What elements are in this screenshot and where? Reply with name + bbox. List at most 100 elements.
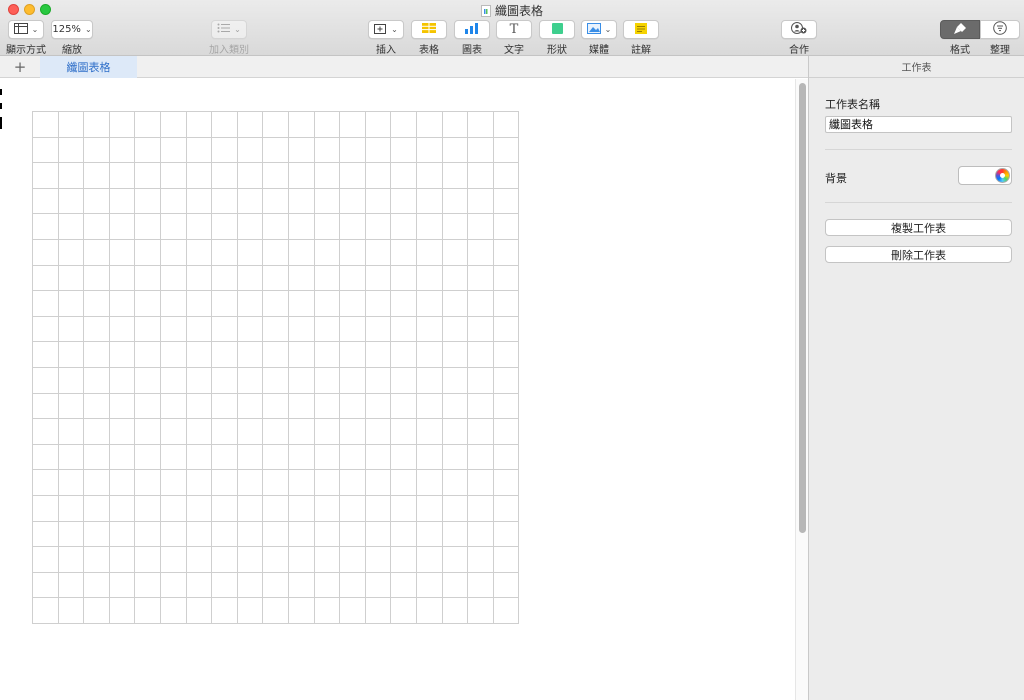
- table-cell[interactable]: [467, 418, 494, 445]
- table-cell[interactable]: [492, 571, 520, 599]
- table-cell[interactable]: [287, 136, 315, 164]
- table-cell[interactable]: [57, 520, 85, 548]
- scrollbar-thumb[interactable]: [799, 83, 806, 533]
- table-cell[interactable]: [211, 290, 238, 317]
- table-cell[interactable]: [339, 392, 366, 420]
- table-cell[interactable]: [364, 238, 392, 266]
- table-cell[interactable]: [313, 315, 341, 343]
- table-cell[interactable]: [185, 187, 213, 215]
- table-cell[interactable]: [262, 546, 289, 573]
- text-button[interactable]: T: [496, 20, 532, 39]
- table-cell[interactable]: [313, 136, 341, 164]
- table-cell[interactable]: [415, 162, 443, 189]
- table-cell[interactable]: [185, 264, 213, 292]
- table-cell[interactable]: [262, 443, 289, 471]
- table-cell[interactable]: [32, 264, 59, 292]
- table-cell[interactable]: [32, 341, 59, 368]
- table-cell[interactable]: [211, 494, 238, 522]
- table-cell[interactable]: [32, 290, 59, 317]
- table-cell[interactable]: [32, 392, 59, 420]
- table-cell[interactable]: [57, 494, 85, 522]
- table-cell[interactable]: [185, 392, 213, 420]
- sheet-tab[interactable]: 纖圖表格: [40, 56, 137, 78]
- table-cell[interactable]: [159, 315, 187, 343]
- table-cell[interactable]: [492, 238, 520, 266]
- table-cell[interactable]: [159, 290, 187, 317]
- table-cell[interactable]: [467, 520, 494, 548]
- table-cell[interactable]: [390, 187, 417, 215]
- table-cell[interactable]: [134, 111, 161, 138]
- table-cell[interactable]: [262, 111, 289, 138]
- table-cell[interactable]: [339, 571, 366, 599]
- table-cell[interactable]: [134, 290, 161, 317]
- table-cell[interactable]: [83, 469, 110, 496]
- table-cell[interactable]: [57, 238, 85, 266]
- table-cell[interactable]: [287, 264, 315, 292]
- table-cell[interactable]: [211, 341, 238, 368]
- table-cell[interactable]: [415, 494, 443, 522]
- table-cell[interactable]: [32, 597, 59, 624]
- table-cell[interactable]: [467, 341, 494, 368]
- table-cell[interactable]: [108, 418, 136, 445]
- delete-sheet-button[interactable]: 刪除工作表: [825, 246, 1012, 263]
- table-cell[interactable]: [57, 443, 85, 471]
- table-cell[interactable]: [492, 341, 520, 368]
- table-cell[interactable]: [83, 418, 110, 445]
- table-cell[interactable]: [159, 187, 187, 215]
- table-cell[interactable]: [262, 264, 289, 292]
- table-cell[interactable]: [313, 290, 341, 317]
- table-cell[interactable]: [364, 111, 392, 138]
- table-cell[interactable]: [441, 213, 469, 240]
- table-cell[interactable]: [364, 597, 392, 624]
- table-cell[interactable]: [364, 392, 392, 420]
- table-cell[interactable]: [287, 546, 315, 573]
- table-cell[interactable]: [134, 443, 161, 471]
- table-cell[interactable]: [236, 418, 264, 445]
- table-cell[interactable]: [108, 392, 136, 420]
- table-cell[interactable]: [159, 136, 187, 164]
- table-cell[interactable]: [83, 341, 110, 368]
- table-cell[interactable]: [467, 238, 494, 266]
- table-cell[interactable]: [262, 571, 289, 599]
- table-cell[interactable]: [441, 418, 469, 445]
- table-cell[interactable]: [364, 213, 392, 240]
- table-cell[interactable]: [236, 341, 264, 368]
- table-cell[interactable]: [211, 520, 238, 548]
- table-cell[interactable]: [390, 238, 417, 266]
- table-cell[interactable]: [211, 469, 238, 496]
- table-cell[interactable]: [262, 418, 289, 445]
- table-cell[interactable]: [236, 213, 264, 240]
- table-cell[interactable]: [211, 111, 238, 138]
- table-cell[interactable]: [492, 366, 520, 394]
- table-cell[interactable]: [467, 546, 494, 573]
- table-cell[interactable]: [313, 111, 341, 138]
- table-cell[interactable]: [287, 111, 315, 138]
- table-cell[interactable]: [390, 341, 417, 368]
- table-cell[interactable]: [57, 597, 85, 624]
- table-cell[interactable]: [313, 341, 341, 368]
- table-cell[interactable]: [339, 546, 366, 573]
- table-cell[interactable]: [467, 597, 494, 624]
- table-cell[interactable]: [236, 315, 264, 343]
- table-cell[interactable]: [108, 366, 136, 394]
- table-cell[interactable]: [492, 264, 520, 292]
- table-cell[interactable]: [236, 366, 264, 394]
- table-cell[interactable]: [185, 494, 213, 522]
- table-cell[interactable]: [83, 290, 110, 317]
- table-cell[interactable]: [339, 443, 366, 471]
- table-cell[interactable]: [134, 520, 161, 548]
- table-cell[interactable]: [313, 238, 341, 266]
- table-cell[interactable]: [339, 187, 366, 215]
- table-cell[interactable]: [185, 238, 213, 266]
- table-cell[interactable]: [134, 392, 161, 420]
- table-cell[interactable]: [415, 520, 443, 548]
- empty-grid-table[interactable]: [32, 111, 520, 624]
- table-cell[interactable]: [441, 469, 469, 496]
- table-cell[interactable]: [390, 366, 417, 394]
- table-cell[interactable]: [32, 469, 59, 496]
- table-cell[interactable]: [57, 418, 85, 445]
- table-cell[interactable]: [364, 341, 392, 368]
- table-cell[interactable]: [415, 366, 443, 394]
- table-cell[interactable]: [262, 494, 289, 522]
- table-cell[interactable]: [236, 520, 264, 548]
